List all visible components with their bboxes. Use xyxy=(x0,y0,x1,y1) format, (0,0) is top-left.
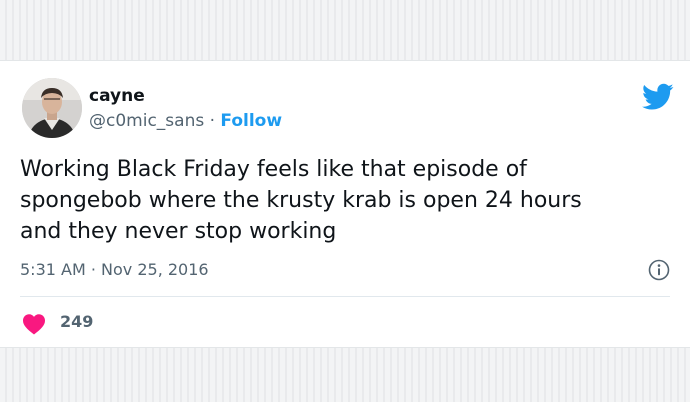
tweet-text-line: and they never stop working xyxy=(20,219,337,244)
tweet-card: cayne @c0mic_sans · Follow Working Black… xyxy=(0,60,690,348)
handle-line: @c0mic_sans · Follow xyxy=(89,111,282,131)
tweet-text-line: spongebob where the krusty krab is open … xyxy=(20,188,582,213)
tweet-text: Working Black Friday feels like that epi… xyxy=(20,154,680,247)
tweet-text-line: Working Black Friday feels like that epi… xyxy=(20,157,527,182)
tweet-timestamp[interactable]: 5:31 AM · Nov 25, 2016 xyxy=(20,260,209,279)
separator-dot: · xyxy=(209,111,216,131)
follow-button[interactable]: Follow xyxy=(220,111,282,131)
twitter-bird-icon[interactable] xyxy=(642,83,674,111)
author-name[interactable]: cayne xyxy=(89,86,145,106)
avatar[interactable] xyxy=(22,78,82,138)
like-count[interactable]: 249 xyxy=(60,312,93,331)
background-top xyxy=(0,0,690,60)
background-bottom xyxy=(0,348,690,402)
info-icon[interactable] xyxy=(648,259,670,281)
divider xyxy=(20,296,670,297)
avatar-image xyxy=(22,78,82,138)
author-handle[interactable]: @c0mic_sans xyxy=(89,111,204,131)
heart-icon[interactable] xyxy=(22,313,46,335)
